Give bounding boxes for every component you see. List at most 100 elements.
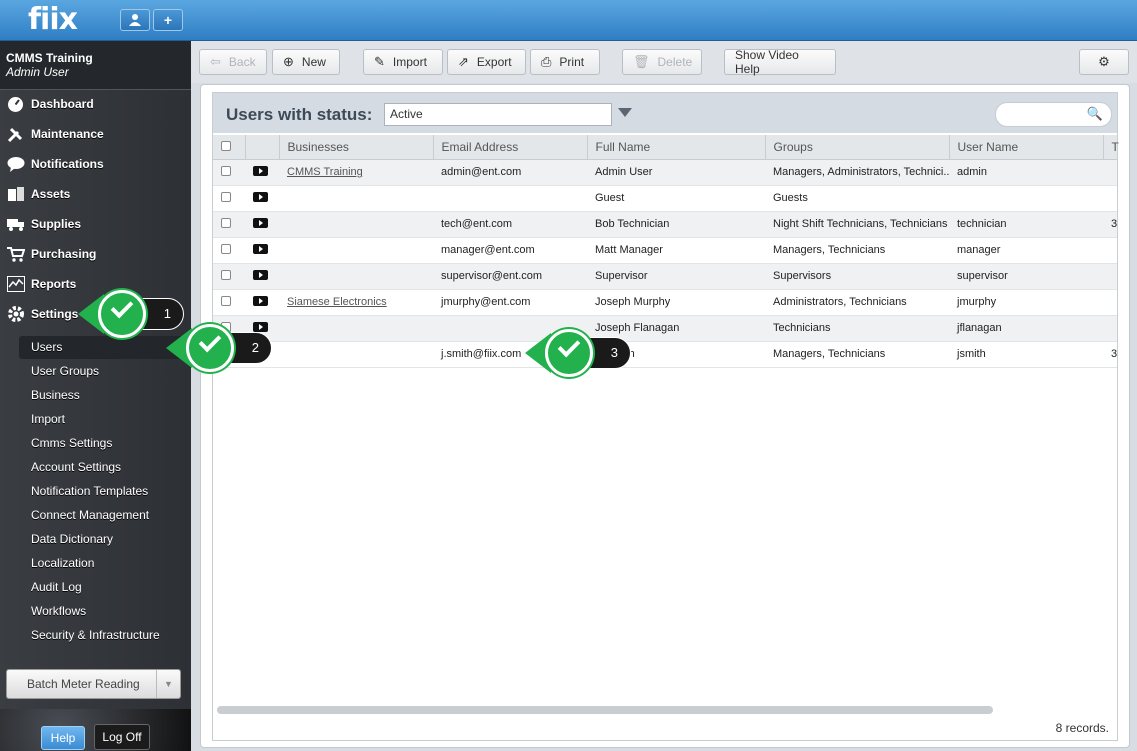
status-select[interactable]: Active — [384, 103, 612, 126]
row-checkbox[interactable] — [213, 185, 245, 212]
cell-groups: Managers, Technicians — [765, 341, 949, 368]
table-row[interactable]: CMMS Training admin@ent.com Admin User Mana… — [213, 159, 1117, 186]
cell-extra — [1103, 185, 1117, 212]
column-header[interactable]: Groups — [765, 135, 950, 160]
users-grid: Users with status: Active 🔍 Businesses E… — [212, 92, 1119, 741]
print-icon: ⎙ — [541, 54, 552, 69]
video-icon[interactable] — [245, 289, 279, 316]
fiix-logo[interactable]: fiix — [28, 2, 78, 37]
settings-business[interactable]: Business — [19, 384, 191, 407]
table-row[interactable]: manager@ent.com Matt Manager Managers, Tec… — [213, 237, 1117, 264]
select-all-checkbox[interactable] — [213, 135, 246, 160]
nav-supplies[interactable]: Supplies — [0, 209, 191, 239]
cell-extra — [1103, 159, 1117, 186]
log-off-button[interactable]: Log Off — [94, 724, 150, 750]
settings-import[interactable]: Import — [19, 408, 191, 431]
cell-groups: Managers, Administrators, Technici... — [765, 159, 949, 186]
cell-business[interactable]: CMMS Training — [279, 159, 433, 186]
table-row[interactable]: Guest Guests — [213, 185, 1117, 212]
nav-maintenance[interactable]: Maintenance — [0, 119, 191, 149]
cell-groups: Managers, Technicians — [765, 237, 949, 264]
filter-label: Users with status: — [226, 105, 373, 124]
chevron-down-icon[interactable] — [618, 108, 632, 117]
cell-groups: Guests — [765, 185, 949, 212]
video-icon[interactable] — [245, 185, 279, 212]
cell-groups: Night Shift Technicians, Technicians — [765, 211, 949, 238]
wrench-icon — [6, 125, 25, 144]
row-checkbox[interactable] — [213, 211, 245, 238]
cell-groups: Technicians — [765, 315, 949, 342]
row-checkbox[interactable] — [213, 263, 245, 290]
search-input[interactable]: 🔍 — [995, 102, 1112, 127]
import-button[interactable]: ✎ Import — [363, 49, 443, 75]
column-header[interactable]: Email Address — [433, 135, 588, 160]
video-icon[interactable] — [245, 237, 279, 264]
settings-gear-button[interactable]: ⚙ — [1079, 49, 1129, 75]
help-button[interactable]: Help — [41, 726, 85, 750]
horizontal-scrollbar[interactable] — [217, 706, 993, 714]
settings-notification-templates[interactable]: Notification Templates — [19, 480, 191, 503]
settings-cmms-settings[interactable]: Cmms Settings — [19, 432, 191, 455]
cell-extra — [1103, 237, 1117, 264]
table-row[interactable]: Siamese Electronics jmurphy@ent.com Joseph… — [213, 289, 1117, 316]
column-header[interactable]: T — [1103, 135, 1119, 160]
settings-audit-log[interactable]: Audit Log — [19, 576, 191, 599]
toolbar: ⇦ Back ⊕ New ✎ Import ⇗ Export ⎙ Print 🗑 Delet… — [191, 41, 1137, 83]
settings-account-settings[interactable]: Account Settings — [19, 456, 191, 479]
cell-business — [279, 341, 433, 368]
print-button[interactable]: ⎙ Print — [530, 49, 600, 75]
cart-icon — [6, 245, 25, 264]
table-row[interactable]: tech@ent.com Bob Technician Night Shift Te… — [213, 211, 1117, 238]
settings-workflows[interactable]: Workflows — [19, 600, 191, 623]
nav-notifications[interactable]: Notifications — [0, 149, 191, 179]
column-header[interactable]: User Name — [949, 135, 1104, 160]
cell-business[interactable]: Siamese Electronics — [279, 289, 433, 316]
cell-email: manager@ent.com — [433, 237, 587, 264]
cell-username: admin — [949, 159, 1103, 186]
settings-connect-management[interactable]: Connect Management — [19, 504, 191, 527]
cell-email: tech@ent.com — [433, 211, 587, 238]
show-video-help-button[interactable]: Show Video Help — [724, 48, 836, 76]
cell-extra: 3 — [1103, 341, 1117, 368]
delete-button[interactable]: 🗑 Delete — [622, 49, 702, 75]
cell-extra — [1103, 263, 1117, 290]
top-bar: fiix + — [0, 0, 1137, 41]
batch-meter-reading-button[interactable]: Batch Meter Reading ▼ — [6, 669, 181, 699]
nav-label: Assets — [31, 187, 71, 201]
users-table: Businesses Email Address Full Name Group… — [213, 135, 1119, 368]
table-row[interactable]: supervisor@ent.com Supervisor Supervisors s… — [213, 263, 1117, 290]
cell-extra: 3 — [1103, 211, 1117, 238]
chevron-down-icon[interactable]: ▼ — [156, 670, 180, 698]
row-checkbox[interactable] — [213, 237, 245, 264]
dashboard-icon — [6, 95, 25, 114]
cell-full-name: Bob Technician — [587, 211, 765, 238]
column-header[interactable]: Full Name — [587, 135, 766, 160]
nav-label: Purchasing — [31, 247, 97, 261]
new-button[interactable]: ⊕ New — [272, 49, 340, 75]
nav-assets[interactable]: Assets — [0, 179, 191, 209]
settings-localization[interactable]: Localization — [19, 552, 191, 575]
cell-business — [279, 263, 433, 290]
cell-business — [279, 211, 433, 238]
column-header[interactable]: Businesses — [279, 135, 434, 160]
user-icon[interactable] — [120, 9, 150, 31]
nav-label: Settings — [31, 307, 79, 321]
row-checkbox[interactable] — [213, 289, 245, 316]
row-checkbox[interactable] — [213, 159, 245, 186]
nav-dashboard[interactable]: Dashboard — [0, 89, 191, 119]
export-button[interactable]: ⇗ Export — [447, 49, 526, 75]
user-name: Admin User — [6, 65, 69, 79]
add-icon[interactable]: + — [153, 9, 183, 31]
back-button[interactable]: ⇦ Back — [199, 49, 267, 75]
table-row[interactable]: Joseph Flanagan Technicians jflanagan — [213, 315, 1117, 342]
trash-icon: 🗑 — [633, 54, 650, 69]
cell-full-name: Matt Manager — [587, 237, 765, 264]
video-icon[interactable] — [245, 263, 279, 290]
company-name: CMMS Training — [6, 51, 93, 65]
table-row[interactable]: j.smith@fiix.comJ. SmithManagers, Techni… — [213, 341, 1117, 368]
nav-purchasing[interactable]: Purchasing — [0, 239, 191, 269]
settings-data-dictionary[interactable]: Data Dictionary — [19, 528, 191, 551]
settings-security-infrastructure[interactable]: Security & Infrastructure — [19, 624, 191, 647]
video-icon[interactable] — [245, 211, 279, 238]
video-icon[interactable] — [245, 159, 279, 186]
